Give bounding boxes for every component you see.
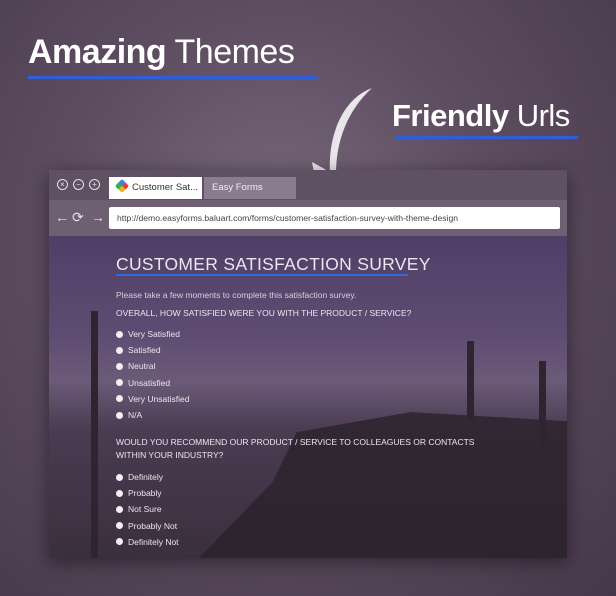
radio-button[interactable] (116, 522, 123, 530)
radio-option[interactable]: Definitely (116, 472, 163, 482)
option-label: Probably (128, 488, 162, 499)
option-label: Unsatisfied (128, 377, 171, 388)
radio-button[interactable] (116, 346, 123, 354)
back-icon[interactable]: ← (55, 209, 69, 225)
browser-window: × − + Customer Sat... Easy Forms ← ⟳ → h… (49, 170, 567, 558)
option-label: Probably Not (128, 520, 178, 531)
radio-button[interactable] (116, 330, 123, 338)
url-input[interactable]: http://demo.easyforms.baluart.com/forms/… (109, 207, 560, 229)
tab-label: Customer Sat... (132, 182, 198, 193)
option-label: Not Sure (128, 504, 162, 515)
option-label: Satisfied (128, 345, 161, 356)
option-label: Definitely (128, 472, 163, 482)
headline-underline (395, 136, 578, 139)
radio-option[interactable]: Unsatisfied (116, 378, 170, 388)
radio-option[interactable]: Probably Not (116, 521, 177, 531)
option-label: Neutral (128, 361, 156, 372)
radio-option[interactable]: Satisfied (116, 345, 161, 355)
pier-post (467, 341, 474, 421)
radio-button[interactable] (116, 473, 123, 481)
easyforms-logo-icon (114, 178, 130, 194)
tab-customer-satisfaction[interactable]: Customer Sat... (109, 177, 202, 199)
option-label: Definitely Not (128, 536, 179, 547)
radio-button[interactable] (116, 411, 123, 419)
title-underline (116, 274, 408, 276)
radio-option[interactable]: Neutral (116, 361, 155, 371)
radio-option[interactable]: Probably (116, 488, 162, 498)
question-1-label: OVERALL, HOW SATISFIED WERE YOU WITH THE… (116, 308, 412, 318)
form-page: CUSTOMER SATISFACTION SURVEY Please take… (49, 236, 567, 558)
pier-background (199, 406, 567, 558)
radio-button[interactable] (116, 362, 123, 370)
option-label: Very Satisfied (128, 329, 180, 339)
radio-option[interactable]: Definitely Not (116, 537, 179, 547)
radio-button[interactable] (116, 395, 123, 403)
tab-bar: × − + Customer Sat... Easy Forms (49, 170, 567, 200)
headline-bold: Friendly (392, 98, 509, 133)
pier-post (91, 311, 98, 558)
minimize-icon[interactable]: − (73, 179, 84, 190)
reload-icon[interactable]: ⟳ (72, 209, 84, 226)
close-icon[interactable]: × (57, 179, 68, 190)
radio-button[interactable] (116, 379, 123, 387)
question-2-label: WOULD YOU RECOMMEND OUR PRODUCT / SERVIC… (116, 437, 475, 460)
radio-option[interactable]: Very Unsatisfied (116, 394, 189, 404)
option-label: N/A (128, 410, 143, 420)
radio-button[interactable] (116, 538, 123, 546)
radio-option[interactable]: Very Satisfied (116, 329, 180, 339)
headline-amazing-themes: Amazing Themes (28, 33, 295, 72)
form-title: CUSTOMER SATISFACTION SURVEY (116, 254, 431, 274)
headline-friendly-urls: Friendly Urls (392, 98, 570, 134)
headline-rest: Themes (166, 33, 295, 71)
radio-option[interactable]: Not Sure (116, 504, 162, 514)
tab-label: Easy Forms (212, 182, 263, 193)
forward-icon[interactable]: → (91, 209, 105, 225)
radio-button[interactable] (116, 505, 123, 513)
pier-post (539, 361, 546, 451)
headline-bold: Amazing (28, 33, 167, 71)
tab-easy-forms[interactable]: Easy Forms (204, 177, 296, 199)
radio-option[interactable]: N/A (116, 410, 142, 420)
option-label: Very Unsatisfied (128, 393, 190, 404)
radio-button[interactable] (116, 489, 123, 497)
address-bar-row: ← ⟳ → http://demo.easyforms.baluart.com/… (49, 200, 567, 236)
headline-rest: Urls (508, 98, 571, 133)
form-description: Please take a few moments to complete th… (116, 290, 357, 300)
maximize-icon[interactable]: + (89, 179, 100, 190)
headline-underline (28, 76, 318, 79)
